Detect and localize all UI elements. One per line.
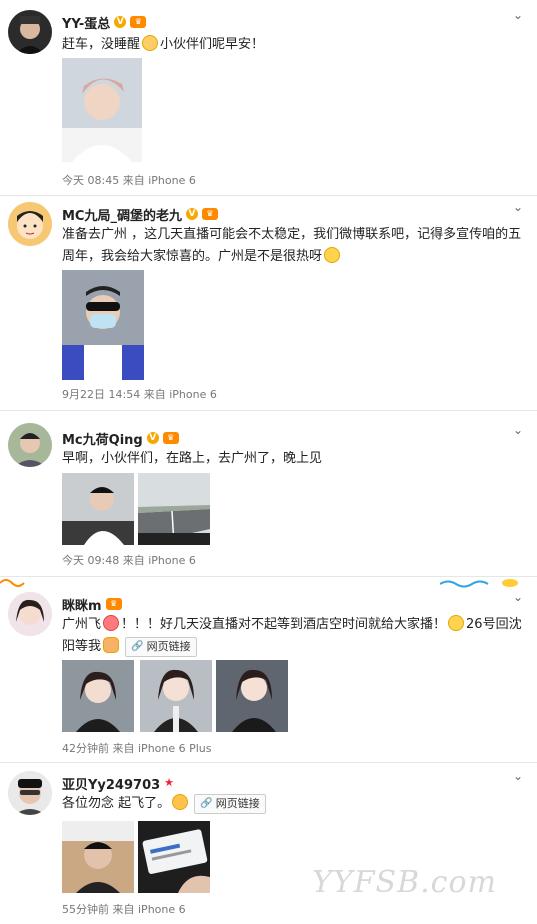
link-label: 网页链接 <box>146 640 191 653</box>
chevron-down-icon[interactable]: ⌄ <box>511 423 525 437</box>
level-icon: ♛ <box>130 16 147 28</box>
level-icon: ♛ <box>162 432 179 444</box>
post-text: 早啊，小伙伴们，在路上，去广州了，晚上见 <box>62 448 522 470</box>
post-text-part: 准备去广州 ，这几天直播可能会不太稳定，我们微博联系吧，记得多宣传咱的五周年，我… <box>62 227 522 264</box>
link-label: 网页链接 <box>215 797 260 810</box>
post-image[interactable] <box>62 58 142 162</box>
post-source[interactable]: iPhone 6 <box>148 554 196 567</box>
link-icon: 🔗 <box>200 798 213 809</box>
post-source[interactable]: iPhone 6 <box>138 903 186 916</box>
post-3: Mc九荷Qing V ♛ ⌄ 早啊，小伙伴们，在路上，去广州了，晚上见 今天 0… <box>0 411 537 576</box>
user-name[interactable]: MC九局_碉堡的老九 <box>62 205 182 224</box>
name-row: 亚贝Yy249703 ★ <box>62 773 174 793</box>
post-image[interactable] <box>138 821 210 893</box>
post-text-part: 早啊，小伙伴们，在路上，去广州了，晚上见 <box>62 451 323 466</box>
angry-emoji-icon <box>103 615 120 631</box>
post-meta: 今天 08:45 来自 iPhone 6 <box>62 172 196 188</box>
post-text: 各位勿念 起飞了。 🔗 网页链接 <box>62 793 522 815</box>
web-link-button[interactable]: 🔗 网页链接 <box>125 637 197 657</box>
avatar[interactable] <box>8 423 52 467</box>
post-image[interactable] <box>62 473 134 545</box>
chevron-down-icon[interactable]: ⌄ <box>511 590 525 604</box>
tiger-emoji-icon <box>103 637 120 653</box>
post-image[interactable] <box>62 660 134 732</box>
post-meta: 55分钟前 来自 iPhone 6 <box>62 901 186 917</box>
name-row: YY-蛋总 V ♛ <box>62 12 147 32</box>
verified-icon: V <box>185 208 198 220</box>
source-prefix: 来自 <box>143 388 166 401</box>
verified-icon: V <box>146 432 159 444</box>
avatar[interactable] <box>8 10 52 54</box>
sleepy-emoji-icon <box>142 35 159 51</box>
post-text-part: 广州飞 <box>62 617 102 632</box>
post-1: YY-蛋总 V ♛ ⌄ 赶车，没睡醒 小伙伴们呢早安！ 今天 08:45 来自 i… <box>0 0 537 195</box>
link-icon: 🔗 <box>131 641 144 652</box>
post-time[interactable]: 9月22日 14:54 <box>62 388 140 401</box>
post-image[interactable] <box>140 660 212 732</box>
name-row: 眯眯m ♛ <box>62 594 122 614</box>
web-link-button[interactable]: 🔗 网页链接 <box>194 794 266 814</box>
post-source[interactable]: iPhone 6 <box>169 388 217 401</box>
post-image[interactable] <box>216 660 288 732</box>
avatar[interactable] <box>8 202 52 246</box>
verified-icon: V <box>114 16 127 28</box>
chevron-down-icon[interactable]: ⌄ <box>511 8 525 22</box>
divider <box>0 576 537 577</box>
source-prefix: 来自 <box>122 554 145 567</box>
post-image[interactable] <box>62 821 134 893</box>
post-meta: 今天 09:48 来自 iPhone 6 <box>62 552 196 568</box>
post-meta: 9月22日 14:54 来自 iPhone 6 <box>62 386 217 402</box>
post-text: 赶车，没睡醒 小伙伴们呢早安！ <box>62 34 522 56</box>
post-source[interactable]: iPhone 6 <box>148 174 196 187</box>
post-text-part: 各位勿念 起飞了。 <box>62 796 171 811</box>
chevron-down-icon[interactable]: ⌄ <box>511 769 525 783</box>
post-4: 眯眯m ♛ ⌄ 广州飞 ！！！好几天没直播对不起等到酒店空时间就给大家播！ 26号回… <box>0 586 537 762</box>
post-meta: 42分钟前 来自 iPhone 6 Plus <box>62 740 212 756</box>
sad-emoji-icon <box>448 615 465 631</box>
user-name[interactable]: Mc九荷Qing <box>62 429 143 448</box>
post-time[interactable]: 55分钟前 <box>62 903 109 916</box>
post-text: 准备去广州 ，这几天直播可能会不太稳定，我们微博联系吧，记得多宣传咱的五周年，我… <box>62 224 522 268</box>
source-prefix: 来自 <box>112 903 135 916</box>
level-icon: ♛ <box>105 598 122 610</box>
user-name[interactable]: 眯眯m <box>62 595 102 614</box>
kiss-emoji-icon <box>172 794 189 810</box>
post-text-part: 赶车，没睡醒 <box>62 37 141 52</box>
star-icon: ★ <box>164 776 175 789</box>
watermark: YYFSB.com <box>312 865 497 900</box>
post-text: 广州飞 ！！！好几天没直播对不起等到酒店空时间就给大家播！ 26号回沈阳等我 🔗 网页… <box>62 614 522 658</box>
source-prefix: 来自 <box>112 742 135 755</box>
post-2: MC九局_碉堡的老九 V ♛ ⌄ 准备去广州 ，这几天直播可能会不太稳定，我们微… <box>0 196 537 410</box>
chevron-down-icon[interactable]: ⌄ <box>511 200 525 214</box>
post-image[interactable] <box>62 270 144 380</box>
post-source[interactable]: iPhone 6 Plus <box>138 742 212 755</box>
grin-emoji-icon <box>324 247 341 263</box>
user-name[interactable]: 亚贝Yy249703 <box>62 774 160 793</box>
user-name[interactable]: YY-蛋总 <box>62 13 110 32</box>
post-time[interactable]: 今天 08:45 <box>62 174 119 187</box>
post-time[interactable]: 今天 09:48 <box>62 554 119 567</box>
post-image[interactable] <box>138 473 210 545</box>
post-text-part: 小伙伴们呢早安！ <box>160 37 265 52</box>
name-row: Mc九荷Qing V ♛ <box>62 428 179 448</box>
avatar[interactable] <box>8 592 52 636</box>
source-prefix: 来自 <box>122 174 145 187</box>
level-icon: ♛ <box>201 208 218 220</box>
post-time[interactable]: 42分钟前 <box>62 742 109 755</box>
name-row: MC九局_碉堡的老九 V ♛ <box>62 204 218 224</box>
post-text-part: ！！！好几天没直播对不起等到酒店空时间就给大家播！ <box>121 617 447 632</box>
avatar[interactable] <box>8 771 52 815</box>
